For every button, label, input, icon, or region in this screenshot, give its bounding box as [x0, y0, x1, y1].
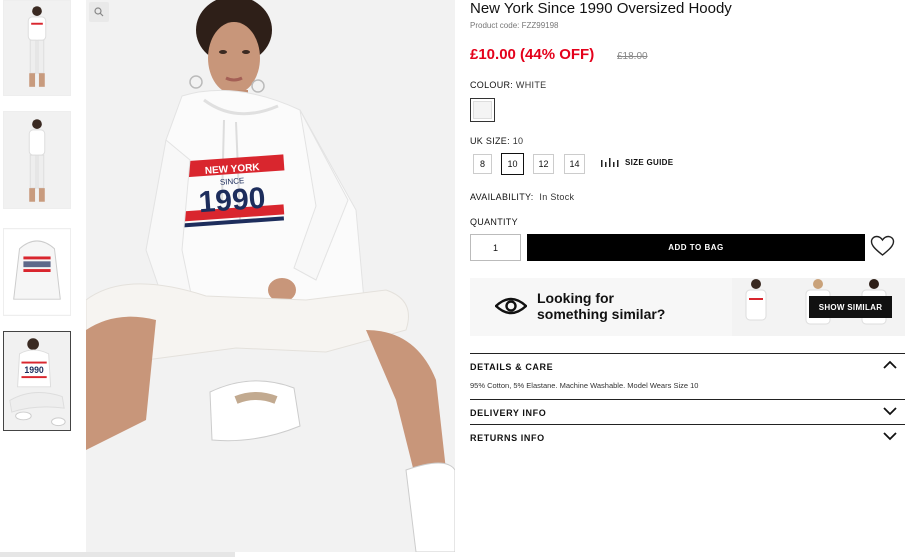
size-option-8[interactable]: 8 [473, 154, 492, 174]
colour-value: WHITE [515, 80, 547, 90]
main-product-image[interactable]: NEW YORK SINCE 1990 [86, 0, 455, 552]
returns-info-title: RETURNS INFO [470, 433, 545, 443]
availability-label: AVAILABILITY: [470, 192, 534, 202]
delivery-info-title: DELIVERY INFO [470, 408, 547, 418]
eye-icon [495, 297, 527, 315]
chevron-down-icon [883, 432, 897, 441]
product-title: New York Since 1990 Oversized Hoody [470, 0, 732, 17]
accordion-delivery-info[interactable]: DELIVERY INFO [470, 399, 905, 424]
ruler-icon [601, 158, 619, 167]
similar-heading: Looking for something similar? [537, 290, 665, 322]
availability-row: AVAILABILITY: In Stock [470, 192, 574, 202]
show-similar-button[interactable]: SHOW SIMILAR [809, 296, 892, 318]
thumbnail-2[interactable] [3, 111, 71, 209]
colour-label: COLOUR: [470, 80, 514, 90]
original-price: £18.00 [617, 51, 648, 62]
thumbnail-1[interactable] [3, 0, 71, 96]
sale-price: £10.00 (44% OFF) [470, 46, 595, 63]
accordion-details-care[interactable]: DETAILS & CARE 95% Cotton, 5% Elastane. … [470, 353, 905, 399]
details-care-body: 95% Cotton, 5% Elastane. Machine Washabl… [470, 381, 699, 390]
find-similar-banner: Looking for something similar? SHOW SIMI… [470, 278, 905, 336]
quantity-label: QUANTITY [470, 217, 518, 227]
size-guide-label: SIZE GUIDE [625, 158, 674, 167]
availability-value: In Stock [539, 192, 575, 202]
similar-heading-line2: something similar? [537, 306, 666, 322]
similar-heading-line1: Looking for [537, 290, 614, 306]
quantity-input[interactable]: 1 [470, 234, 521, 261]
size-option-10[interactable]: 10 [501, 153, 524, 175]
size-option-12[interactable]: 12 [533, 154, 554, 174]
add-to-bag-button[interactable]: ADD TO BAG [527, 234, 865, 261]
colour-row: COLOUR: WHITE [470, 80, 546, 90]
chevron-up-icon [883, 360, 897, 369]
details-care-title: DETAILS & CARE [470, 362, 554, 372]
product-code: Product code: FZZ99198 [470, 21, 559, 30]
size-option-14[interactable]: 14 [564, 154, 585, 174]
chevron-down-icon [883, 407, 897, 416]
thumbnail-4-active[interactable]: 1990 [3, 331, 71, 431]
size-value: 10 [512, 136, 524, 146]
print-year-text: 1990 [198, 182, 267, 220]
horizontal-scrollbar[interactable] [0, 552, 235, 557]
model-photo: NEW YORK SINCE 1990 [86, 0, 455, 552]
svg-text:1990: 1990 [24, 365, 44, 375]
heart-icon[interactable] [870, 234, 895, 258]
zoom-icon[interactable] [89, 2, 109, 22]
thumbnail-3[interactable] [3, 228, 71, 316]
size-row: UK SIZE: 10 [470, 136, 523, 146]
size-label: UK SIZE: [470, 136, 510, 146]
accordion-returns-info[interactable]: RETURNS INFO [470, 424, 905, 449]
colour-swatch-white[interactable] [470, 98, 495, 122]
size-guide-link[interactable]: SIZE GUIDE [601, 158, 673, 167]
